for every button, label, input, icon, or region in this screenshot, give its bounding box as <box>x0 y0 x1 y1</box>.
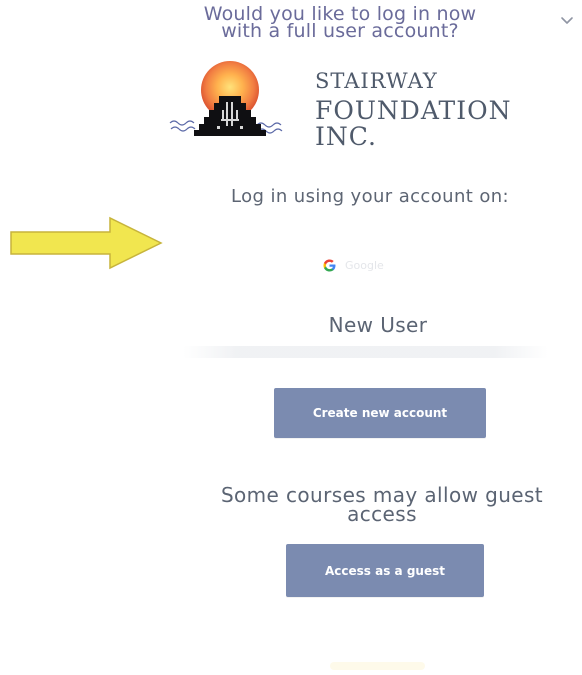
arrow-right-icon <box>10 216 163 270</box>
organization-name: Stairway Foundation Inc. <box>315 70 575 150</box>
organization-name-line1: Stairway <box>315 69 438 93</box>
google-login-button[interactable]: Google <box>322 253 417 277</box>
login-prompt: Would you like to log in now with a full… <box>140 5 540 42</box>
stairway-foundation-logo: Stairway Foundation Inc. <box>165 58 575 150</box>
new-user-description <box>183 346 548 358</box>
create-account-button[interactable]: Create new account <box>274 388 486 438</box>
login-providers-heading: Log in using your account on: <box>230 186 510 207</box>
chevron-down-icon[interactable] <box>560 14 574 28</box>
login-prompt-line2: with a full user account? <box>221 20 459 42</box>
footer-faint-text <box>330 662 425 670</box>
stairway-foundation-logo-icon <box>169 61 283 136</box>
guest-access-heading: Some courses may allow guest access <box>220 483 544 526</box>
organization-name-line2: Foundation Inc. <box>315 96 512 151</box>
google-login-label: Google <box>345 258 384 272</box>
guest-access-button[interactable]: Access as a guest <box>286 544 484 597</box>
new-user-heading: New User <box>328 313 428 337</box>
google-icon <box>323 259 336 271</box>
